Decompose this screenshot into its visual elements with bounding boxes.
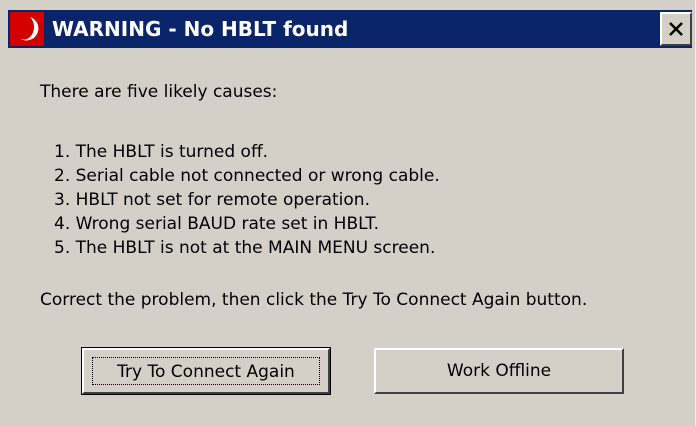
try-connect-again-label: Try To Connect Again — [92, 357, 320, 385]
causes-list: 1. The HBLT is turned off. 2. Serial cab… — [54, 140, 440, 260]
instruction-text: Correct the problem, then click the Try … — [40, 290, 588, 310]
close-button[interactable] — [660, 12, 692, 46]
window-title: WARNING - No HBLT found — [52, 17, 349, 41]
cause-item: 2. Serial cable not connected or wrong c… — [54, 166, 440, 186]
cause-item: 4. Wrong serial BAUD rate set in HBLT. — [54, 214, 380, 234]
intro-text: There are five likely causes: — [40, 82, 278, 102]
cause-item: 1. The HBLT is turned off. — [54, 142, 269, 162]
title-bar[interactable]: WARNING - No HBLT found — [8, 10, 692, 48]
try-connect-again-button[interactable]: Try To Connect Again — [81, 347, 331, 395]
app-logo-icon — [10, 12, 44, 46]
warning-dialog: WARNING - No HBLT found There are five l… — [0, 0, 696, 426]
work-offline-button[interactable]: Work Offline — [374, 348, 624, 394]
cause-item: 3. HBLT not set for remote operation. — [54, 190, 370, 210]
cause-item: 5. The HBLT is not at the MAIN MENU scre… — [54, 238, 436, 258]
close-icon — [669, 22, 683, 36]
